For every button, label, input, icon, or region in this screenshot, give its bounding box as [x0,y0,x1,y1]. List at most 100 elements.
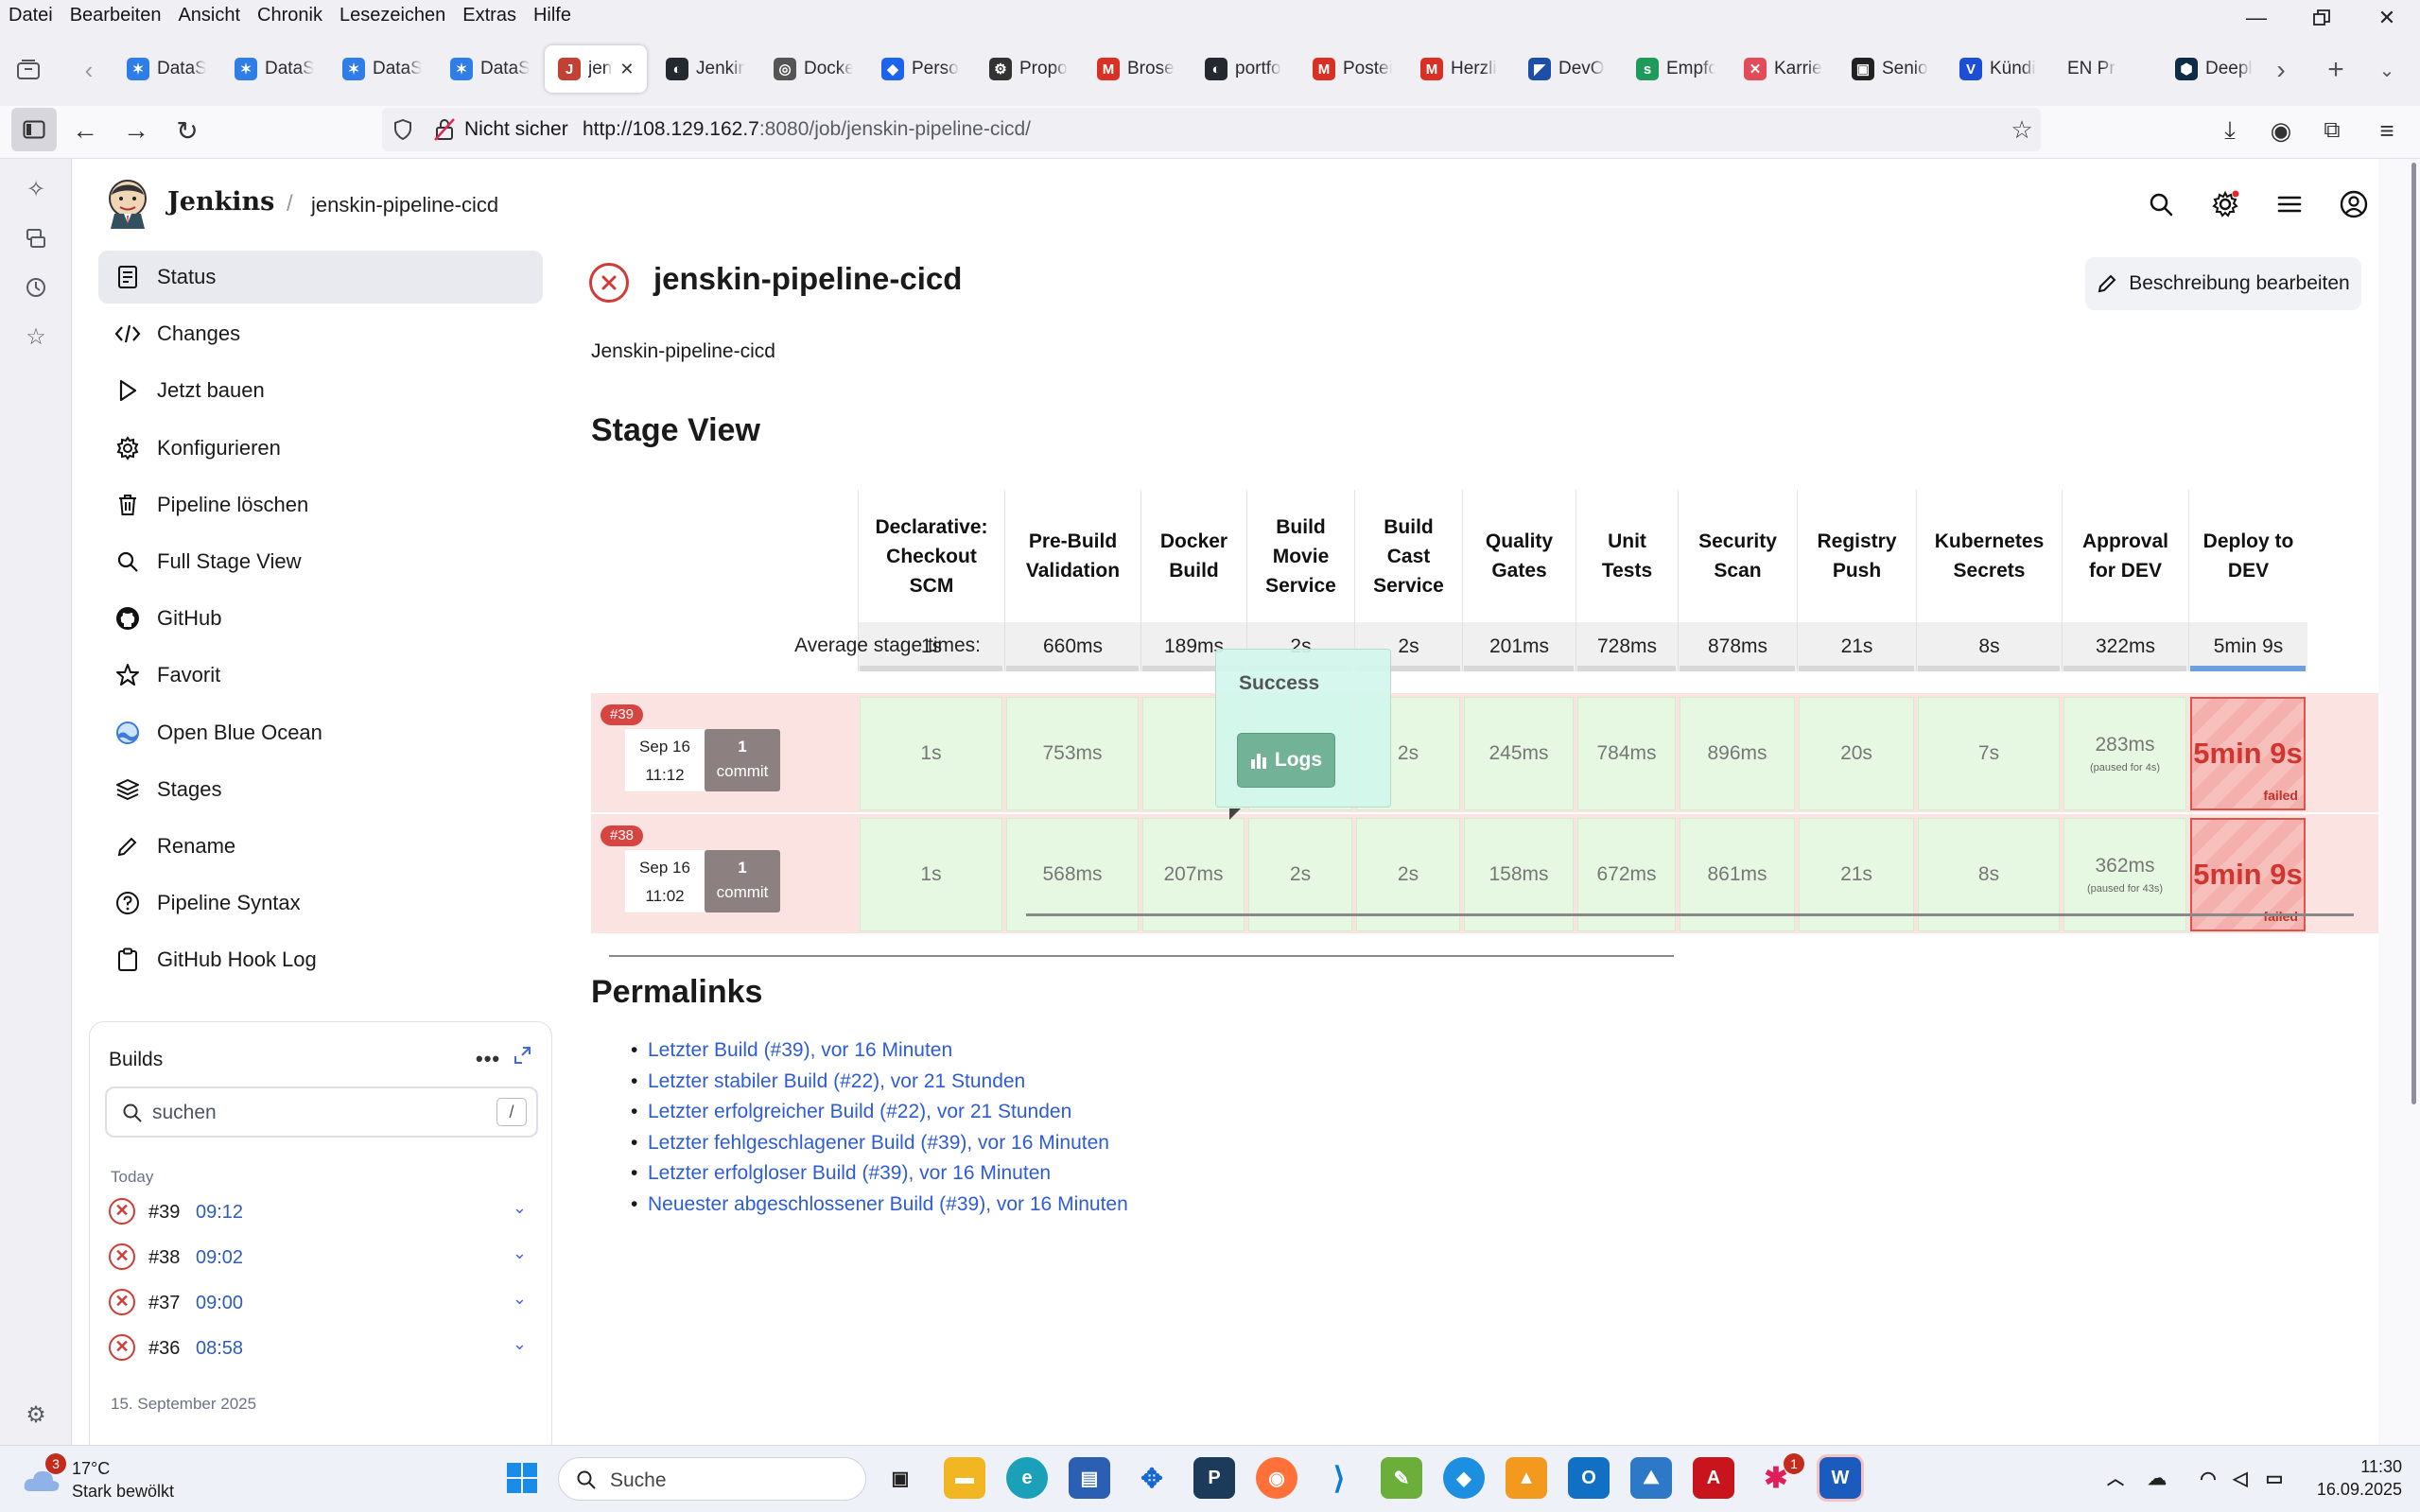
browser-tab[interactable]: ◐ Jenkin [653,45,755,93]
menu-datei[interactable]: Datei [0,5,61,26]
nav-item-status[interactable]: Status [98,251,543,304]
browser-tab[interactable]: ⚙ Propo [976,45,1078,93]
battery-icon[interactable]: ▭ [2258,1457,2290,1499]
stage-cell-success[interactable]: 7s [1918,697,2060,810]
app-menu-icon[interactable]: ≡ [2370,113,2404,148]
firefox-icon[interactable]: ◉ [1256,1457,1297,1499]
volume-icon[interactable]: ◁ [2224,1457,2256,1499]
build-row[interactable]: ✕ #39 09:12 ⌄ [109,1190,544,1232]
stage-cell-success[interactable]: 753ms [1006,697,1139,810]
browser-tab[interactable]: ⬢ Deepl [2162,45,2264,93]
hamburger-menu-icon[interactable] [2272,187,2307,221]
stage-view-scrollbar[interactable] [1026,913,2354,916]
back-icon[interactable]: ← [68,113,102,148]
ai-chatbot-icon[interactable]: ✧ [19,172,53,206]
nav-item-konfigurieren[interactable]: Konfigurieren [98,422,543,475]
build-time[interactable]: 09:00 [196,1293,243,1314]
menu-ansicht[interactable]: Ansicht [169,5,249,26]
nav-item-open-blue-ocean[interactable]: Open Blue Ocean [98,706,543,759]
nav-item-github-hook-log[interactable]: GitHub Hook Log [98,933,543,986]
browser-tab[interactable]: ✶ DataS [221,45,323,93]
menu-lesezeichen[interactable]: Lesezeichen [331,5,454,26]
build-time[interactable]: 09:02 [196,1247,243,1269]
tab-overview-icon[interactable] [11,53,45,87]
stage-cell-success[interactable]: 1s [860,697,1002,810]
browser-tab[interactable]: ▣ Senio [1838,45,1941,93]
nav-item-stages[interactable]: Stages [98,763,543,816]
extensions-icon[interactable]: ⧉ [2315,113,2349,148]
browser-tab[interactable]: ◎ Docke [760,45,862,93]
synced-tabs-icon[interactable] [19,221,53,255]
permalink[interactable]: Letzter stabiler Build (#22), vor 21 Stu… [631,1070,1025,1093]
word-icon[interactable]: W [1817,1454,1864,1502]
run-commits-button[interactable]: 1 commit [705,850,780,912]
browser-tab[interactable]: ✶ DataS [329,45,431,93]
run-badge[interactable]: #38 [601,826,644,846]
photos-icon[interactable]: ⛰ [1630,1457,1672,1499]
browser-tab[interactable]: ◤ DevO [1515,45,1617,93]
stage-cell-success[interactable]: 20s [1799,697,1914,810]
stage-cell-success[interactable]: 1s [860,818,1002,931]
logs-button[interactable]: Logs [1237,733,1335,788]
more-options-icon[interactable]: ••• [476,1047,500,1071]
permalink[interactable]: Letzter erfolgloser Build (#39), vor 16 … [631,1162,1051,1185]
customize-sidebar-icon[interactable]: ⚙ [19,1398,53,1432]
file-explorer-icon[interactable]: ▬ [944,1457,985,1499]
vscode-icon[interactable]: ⟩ [1318,1457,1360,1499]
nav-item-full-stage-view[interactable]: Full Stage View [98,535,543,588]
downloads-icon[interactable]: ⤓ [2213,113,2247,148]
permalink[interactable]: Letzter fehlgeschlagener Build (#39), vo… [631,1132,1109,1155]
page-scrollbar[interactable] [2410,159,2417,1104]
browser-tab[interactable]: ◆ Perso [868,45,970,93]
menu-bearbeiten[interactable]: Bearbeiten [61,5,170,26]
edge-icon[interactable]: e [1006,1457,1048,1499]
stage-cell-success[interactable]: 283ms (paused for 4s) [2063,697,2186,810]
forward-icon[interactable]: → [119,113,153,148]
build-time[interactable]: 08:58 [196,1338,243,1360]
image-editor-icon[interactable]: ✎ [1381,1457,1422,1499]
menu-extras[interactable]: Extras [454,5,525,26]
start-button[interactable] [501,1457,543,1499]
nav-item-favorit[interactable]: Favorit [98,649,543,702]
permalink[interactable]: Letzter erfolgreicher Build (#22), vor 2… [631,1101,1071,1123]
browser-tab[interactable]: V Kündi [1946,45,2048,93]
weather-widget[interactable]: 3 17°C Stark bewölkt [23,1453,212,1506]
run-badge[interactable]: #39 [601,704,644,725]
chevron-down-icon[interactable]: ⌄ [513,1243,527,1263]
nav-item-pipeline-syntax[interactable]: Pipeline Syntax [98,877,543,930]
sidebar-toggle-icon[interactable] [11,108,57,151]
nav-item-jetzt-bauen[interactable]: Jetzt bauen [98,364,543,417]
manage-jenkins-gear-icon[interactable] [2208,187,2242,221]
history-icon[interactable] [19,270,53,304]
build-row[interactable]: ✕ #38 09:02 ⌄ [109,1236,544,1277]
reload-icon[interactable]: ↻ [170,113,204,148]
browser-tab[interactable]: M Postei [1299,45,1402,93]
build-time[interactable]: 09:12 [196,1202,243,1224]
scroll-tabs-right-icon[interactable]: › [2264,53,2298,87]
nav-item-rename[interactable]: Rename [98,820,543,873]
account-icon[interactable]: ◉ [2264,113,2298,148]
stage-cell-success[interactable]: 784ms [1577,697,1676,810]
scroll-tabs-left-icon[interactable]: ‹ [72,53,106,87]
clock-date[interactable]: 16.09.2025 [2289,1480,2402,1500]
browser-tab[interactable]: M Brose [1084,45,1186,93]
breadcrumb-job[interactable]: jenskin-pipeline-cicd [311,193,498,217]
close-tab-icon[interactable]: ✕ [619,60,634,79]
onedrive-icon[interactable]: ☁ [2141,1457,2173,1499]
url-text[interactable]: http://108.129.162.7:8080/job/jenskin-pi… [583,108,1031,151]
insecure-connection-indicator[interactable]: Nicht sicher [434,115,568,144]
acrobat-icon[interactable]: A [1693,1457,1734,1499]
jenkins-brand[interactable]: Jenkins [167,187,274,217]
menu-hilfe[interactable]: Hilfe [525,5,580,26]
outlook-icon[interactable]: O [1568,1457,1610,1499]
wifi-icon[interactable]: ◠ [2192,1457,2224,1499]
browser-tab[interactable]: EN Project [2054,45,2156,93]
browser-tab[interactable]: ✶ DataS [437,45,539,93]
browser-tab[interactable]: M Herzli [1407,45,1509,93]
browser-tab[interactable]: Jjen ✕ [545,45,647,93]
browser-tab[interactable]: ✕ Karrie [1731,45,1833,93]
menu-chronik[interactable]: Chronik [249,5,331,26]
browser-tab[interactable]: ✶ DataS [113,45,216,93]
build-number[interactable]: #39 [148,1202,180,1224]
url-bar[interactable]: Nicht sicher http://108.129.162.7:8080/j… [382,108,2041,151]
